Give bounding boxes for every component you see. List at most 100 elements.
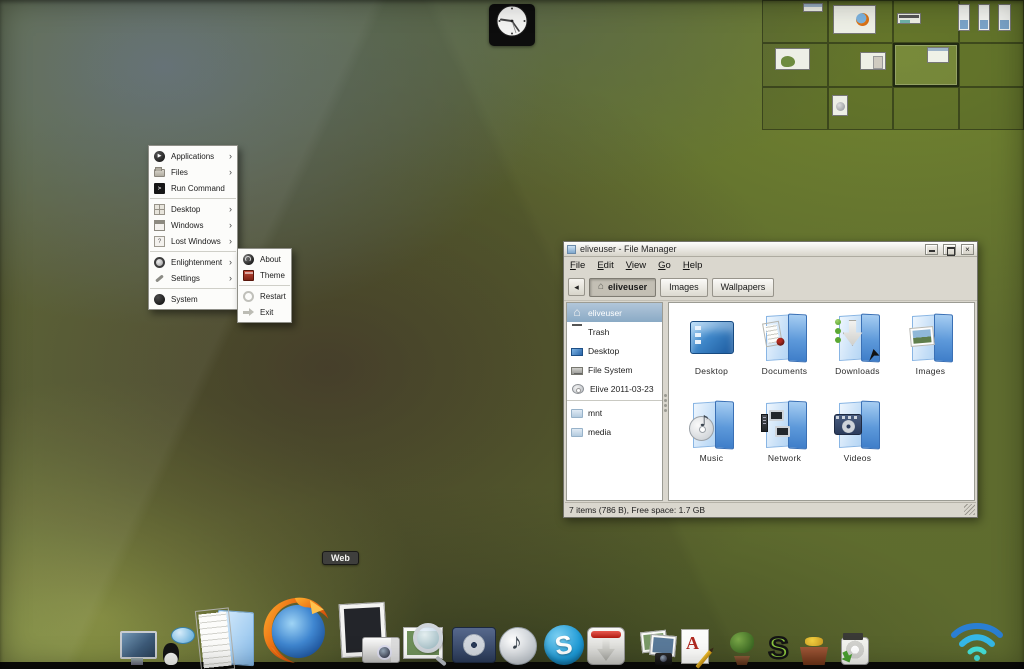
path-button-wallpapers[interactable]: Wallpapers <box>711 277 775 297</box>
pager-cell[interactable] <box>762 86 828 130</box>
file-item-desktop[interactable]: Desktop <box>675 309 748 396</box>
menu-item-applications[interactable]: ▶ Applications › <box>149 148 237 164</box>
file-item-documents[interactable]: Documents <box>748 309 821 396</box>
installer-icon[interactable] <box>839 633 871 665</box>
toolbar: ◂ ⌂ eliveuser Images Wallpapers <box>564 274 977 301</box>
submenu-item-theme[interactable]: Theme <box>238 267 291 283</box>
sidebar: ⌂ eliveuser Trash Desktop File System El… <box>566 302 663 501</box>
menu-file[interactable]: File <box>570 260 585 271</box>
documents-folder-dock-icon[interactable] <box>196 609 256 665</box>
submenu-item-restart[interactable]: Restart <box>238 288 291 304</box>
file-item-music[interactable]: ♪ Music <box>675 396 748 483</box>
image-viewer-icon[interactable] <box>403 623 449 667</box>
menu-item-files[interactable]: Files › <box>149 164 237 180</box>
file-item-network[interactable]: Network <box>748 396 821 483</box>
enlightenment-icon <box>154 256 165 268</box>
wifi-signal-icon[interactable] <box>948 617 1006 661</box>
pager-cell[interactable] <box>958 86 1024 130</box>
file-manager-window: eliveuser - File Manager × File Edit Vie… <box>563 241 978 518</box>
window-icon <box>567 244 576 254</box>
monitor-terminal-icon[interactable] <box>118 631 157 665</box>
documents-folder-icon <box>759 313 811 363</box>
sidebar-item-mnt[interactable]: mnt <box>567 403 662 422</box>
submenu-arrow-icon: › <box>229 167 232 177</box>
sidebar-separator <box>567 400 662 401</box>
minimize-button[interactable] <box>925 243 938 255</box>
exit-icon <box>243 307 254 318</box>
pager-window-preview <box>897 13 921 24</box>
close-button[interactable]: × <box>961 243 974 255</box>
maximize-button[interactable] <box>943 243 956 256</box>
dock: ♪ S A S <box>118 591 871 669</box>
status-text: 7 items (786 B), Free space: 1.7 GB <box>569 504 706 515</box>
file-item-images[interactable]: Images <box>894 309 967 396</box>
pager-window-preview <box>978 4 990 31</box>
pager-window-preview <box>860 52 886 70</box>
submenu-item-about[interactable]: About <box>238 251 291 267</box>
images-folder-icon <box>905 313 957 363</box>
menu-item-run-command[interactable]: > Run Command <box>149 180 237 196</box>
package-manager-icon[interactable] <box>798 635 830 665</box>
pager-cell[interactable] <box>893 86 959 130</box>
desktop-pager <box>762 0 1024 130</box>
submenu-item-exit[interactable]: Exit <box>238 304 291 320</box>
menu-separator <box>150 288 236 289</box>
main-menu: ▶ Applications › Files › > Run Command D… <box>148 145 238 310</box>
scribus-icon[interactable]: S <box>762 632 795 665</box>
file-item-videos[interactable]: Videos <box>821 396 894 483</box>
pager-window-preview <box>775 48 810 70</box>
pager-cell[interactable] <box>958 43 1024 87</box>
pager-window-preview <box>998 4 1011 31</box>
terminal-icon: > <box>154 182 165 194</box>
menu-item-lost-windows[interactable]: ? Lost Windows › <box>149 233 237 249</box>
path-button-images[interactable]: Images <box>660 277 708 297</box>
restart-icon <box>243 290 254 302</box>
menu-item-settings[interactable]: Settings › <box>149 270 237 286</box>
video-player-icon[interactable] <box>452 625 496 665</box>
menu-item-desktop[interactable]: Desktop › <box>149 201 237 217</box>
window-body: ⌂ eliveuser Trash Desktop File System El… <box>566 302 975 501</box>
firefox-browser-icon[interactable] <box>259 591 333 665</box>
menu-item-windows[interactable]: Windows › <box>149 217 237 233</box>
home-icon: ⌂ <box>598 281 605 292</box>
penguin-chat-icon[interactable] <box>159 627 195 665</box>
pager-window-preview <box>832 95 848 116</box>
submenu-arrow-icon: › <box>229 151 232 161</box>
back-button[interactable]: ◂ <box>568 278 585 296</box>
videos-folder-icon <box>832 400 884 450</box>
photo-camera-icon[interactable] <box>336 603 400 665</box>
menu-help[interactable]: Help <box>683 260 703 271</box>
menu-edit[interactable]: Edit <box>597 260 613 271</box>
pane-splitter[interactable] <box>663 302 668 501</box>
menu-bar: File Edit View Go Help <box>564 257 977 274</box>
window-titlebar[interactable]: eliveuser - File Manager × <box>564 242 977 257</box>
submenu-arrow-icon: › <box>229 204 232 214</box>
desktop-icon <box>154 203 165 215</box>
files-icon <box>154 167 165 177</box>
transmission-icon[interactable] <box>587 627 625 665</box>
resize-grip[interactable] <box>964 504 975 515</box>
file-item-downloads[interactable]: Downloads <box>821 309 894 396</box>
bonsai-icon[interactable] <box>726 632 759 665</box>
photo-gallery-icon[interactable] <box>640 631 676 665</box>
sidebar-item-elive-cd[interactable]: Elive 2011-03-23 <box>567 379 662 398</box>
menu-item-system[interactable]: System <box>149 291 237 307</box>
desktop-icon <box>571 347 583 356</box>
pager-window-preview <box>803 3 823 12</box>
menu-separator <box>239 285 290 286</box>
path-button-eliveuser[interactable]: ⌂ eliveuser <box>589 277 657 297</box>
menu-go[interactable]: Go <box>658 260 671 271</box>
music-folder-icon: ♪ <box>686 400 738 450</box>
sidebar-item-file-system[interactable]: File System <box>567 360 662 379</box>
menu-view[interactable]: View <box>626 260 646 271</box>
enlightenment-submenu: About Theme Restart Exit <box>237 248 292 323</box>
office-writer-icon[interactable]: A <box>679 629 715 669</box>
sidebar-item-eliveuser[interactable]: ⌂ eliveuser <box>567 303 662 322</box>
analog-clock-icon <box>496 5 528 37</box>
skype-icon[interactable]: S <box>544 625 584 665</box>
sidebar-item-desktop[interactable]: Desktop <box>567 341 662 360</box>
sidebar-item-media[interactable]: media <box>567 422 662 441</box>
menu-item-enlightenment[interactable]: Enlightenment › <box>149 254 237 270</box>
sidebar-item-trash[interactable]: Trash <box>567 322 662 341</box>
music-cd-icon[interactable]: ♪ <box>499 625 541 665</box>
